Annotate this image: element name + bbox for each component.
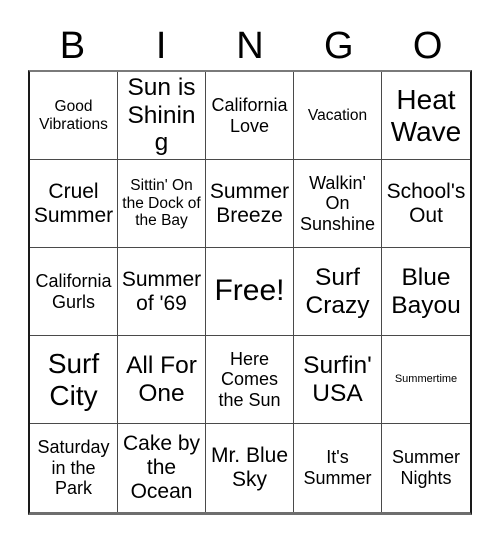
bingo-card: B I N G O Good Vibrations Sun is Shining… (0, 0, 500, 544)
bingo-cell[interactable]: Summer Nights (382, 424, 470, 512)
header-letter-n: N (236, 25, 264, 67)
bingo-cell-label: Summertime (394, 372, 458, 385)
header-letter-g: G (324, 25, 354, 67)
bingo-cell-label: School's Out (386, 179, 466, 227)
bingo-cell-label: Summer Nights (391, 447, 460, 488)
bingo-cell[interactable]: Blue Bayou (382, 248, 470, 336)
bingo-cell-label: Mr. Blue Sky (210, 444, 289, 491)
bingo-cell[interactable]: Cruel Summer (30, 160, 118, 248)
bingo-cell-label: Sittin' On the Dock of the Bay (122, 177, 201, 230)
bingo-cell-label: It's Summer (303, 447, 372, 488)
bingo-cell[interactable]: Summer of '69 (118, 248, 206, 336)
bingo-cell[interactable]: Cake by the Ocean (118, 424, 206, 512)
bingo-cell-label: Walkin' On Sunshine (299, 172, 376, 234)
bingo-cell-label: Cruel Summer (33, 179, 114, 227)
bingo-cell-label: Summer of '69 (121, 267, 202, 315)
bingo-cell[interactable]: School's Out (382, 160, 470, 248)
bingo-cell[interactable]: It's Summer (294, 424, 382, 512)
bingo-cell-label: Blue Bayou (391, 263, 461, 319)
bingo-cell-label: Sun is Shining (127, 73, 196, 157)
bingo-cell[interactable]: Walkin' On Sunshine (294, 160, 382, 248)
bingo-header: B I N G O (28, 22, 472, 70)
bingo-cell-label: Surf Crazy (305, 263, 370, 319)
bingo-cell[interactable]: Surf Crazy (294, 248, 382, 336)
bingo-cell-label: Saturday in the Park (37, 437, 110, 499)
bingo-cell-label: Cake by the Ocean (122, 432, 201, 503)
bingo-cell[interactable]: Vacation (294, 72, 382, 160)
bingo-cell[interactable]: Surfin' USA (294, 336, 382, 424)
bingo-cell[interactable]: Sittin' On the Dock of the Bay (118, 160, 206, 248)
bingo-cell-label: Surfin' USA (303, 351, 372, 407)
bingo-cell-label: Heat Wave (390, 83, 462, 147)
bingo-cell[interactable]: Surf City (30, 336, 118, 424)
bingo-cell[interactable]: Good Vibrations (30, 72, 118, 160)
bingo-cell-label: Vacation (307, 106, 368, 124)
bingo-cell-label: All For One (126, 351, 197, 407)
bingo-cell-label: Free! (214, 274, 285, 308)
bingo-cell-label: Here Comes the Sun (218, 348, 281, 410)
bingo-cell[interactable]: California Gurls (30, 248, 118, 336)
bingo-grid: Good Vibrations Sun is Shining Californi… (28, 70, 472, 515)
header-letter-i: I (155, 25, 167, 67)
bingo-cell[interactable]: All For One (118, 336, 206, 424)
bingo-cell[interactable]: Saturday in the Park (30, 424, 118, 512)
bingo-cell-free[interactable]: Free! (206, 248, 294, 336)
bingo-cell[interactable]: Here Comes the Sun (206, 336, 294, 424)
bingo-cell[interactable]: California Love (206, 72, 294, 160)
header-letter-b: B (59, 25, 86, 67)
bingo-cell-label: California Gurls (35, 270, 112, 312)
bingo-cell[interactable]: Summer Breeze (206, 160, 294, 248)
bingo-cell-label: California Love (211, 94, 288, 136)
bingo-cell[interactable]: Summertime (382, 336, 470, 424)
bingo-cell[interactable]: Mr. Blue Sky (206, 424, 294, 512)
bingo-cell-label: Surf City (47, 347, 100, 411)
bingo-cell[interactable]: Heat Wave (382, 72, 470, 160)
bingo-cell-label: Summer Breeze (209, 179, 290, 227)
bingo-cell[interactable]: Sun is Shining (118, 72, 206, 160)
header-letter-o: O (412, 25, 443, 67)
bingo-cell-label: Good Vibrations (39, 97, 108, 133)
